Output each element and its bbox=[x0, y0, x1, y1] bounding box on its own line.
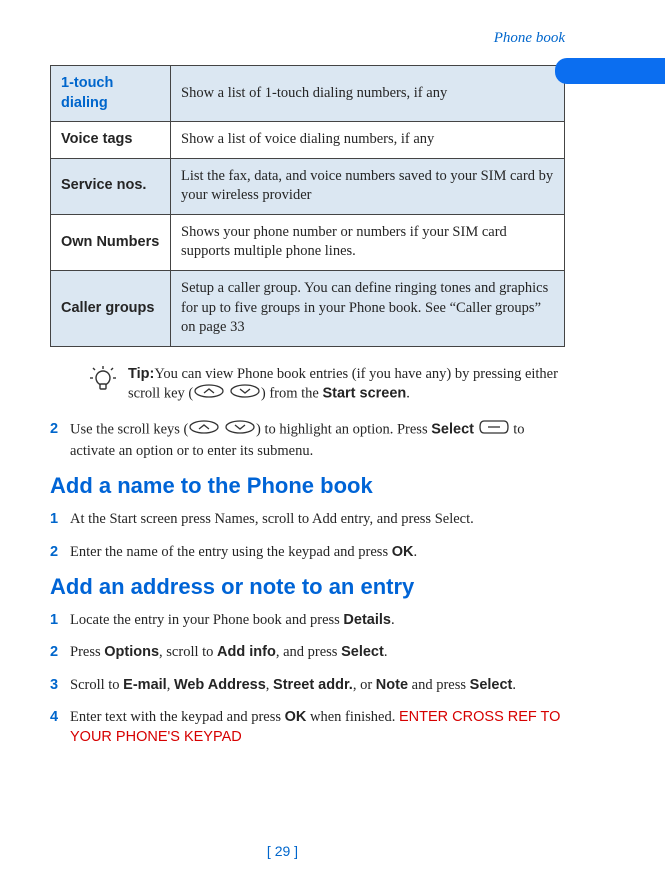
select-key-icon bbox=[479, 419, 509, 441]
instruction-step: 1 At the Start screen press Names, scrol… bbox=[50, 509, 565, 529]
note-label: Note bbox=[376, 677, 408, 693]
page-number: [ 29 ] bbox=[0, 843, 565, 859]
row-text: Show a list of 1-touch dialing numbers, … bbox=[171, 66, 565, 122]
instruction-step: 2 Enter the name of the entry using the … bbox=[50, 542, 565, 562]
table-row: 1-touch dialing Show a list of 1-touch d… bbox=[51, 66, 565, 122]
text: Scroll to bbox=[70, 677, 123, 693]
text: , or bbox=[353, 677, 376, 693]
step-body: Press Options, scroll to Add info, and p… bbox=[70, 642, 387, 662]
section-title-text: Phone book bbox=[494, 30, 565, 46]
street-addr-label: Street addr. bbox=[273, 677, 353, 693]
text: . bbox=[512, 677, 516, 693]
step-number: 3 bbox=[50, 675, 70, 695]
ok-label: OK bbox=[392, 544, 414, 560]
tip-block: Tip:You can view Phone book entries (if … bbox=[50, 365, 565, 405]
tip-text-after: . bbox=[406, 386, 410, 402]
tip-label: Tip: bbox=[128, 366, 154, 382]
email-label: E-mail bbox=[123, 677, 167, 693]
step-body: Enter the name of the entry using the ke… bbox=[70, 542, 417, 562]
instruction-step: 2 Press Options, scroll to Add info, and… bbox=[50, 642, 565, 662]
select-label: Select bbox=[431, 421, 474, 437]
select-label: Select bbox=[341, 644, 384, 660]
step-number: 1 bbox=[50, 509, 70, 529]
table-row: Caller groups Setup a caller group. You … bbox=[51, 270, 565, 346]
step-body: Locate the entry in your Phone book and … bbox=[70, 610, 395, 630]
step-number: 1 bbox=[50, 610, 70, 630]
step-body: Scroll to E-mail, Web Address, Street ad… bbox=[70, 675, 516, 695]
text: and press bbox=[408, 677, 470, 693]
text: Use the scroll keys ( bbox=[70, 421, 188, 437]
instruction-step: 4 Enter text with the keypad and press O… bbox=[50, 707, 565, 748]
instruction-step: 2 Use the scroll keys ( ) to highlight a… bbox=[50, 419, 565, 462]
row-label: Voice tags bbox=[51, 122, 171, 159]
scroll-up-key-icon bbox=[194, 384, 224, 405]
text: when finished. bbox=[306, 709, 399, 725]
web-address-label: Web Address bbox=[174, 677, 266, 693]
ok-label: OK bbox=[285, 709, 307, 725]
text: Enter the name of the entry using the ke… bbox=[70, 544, 392, 560]
heading-add-address: Add an address or note to an entry bbox=[50, 574, 565, 600]
options-label: Options bbox=[104, 644, 159, 660]
scroll-down-key-icon bbox=[230, 384, 260, 405]
text: , bbox=[167, 677, 174, 693]
table-row: Own Numbers Shows your phone number or n… bbox=[51, 214, 565, 270]
text: . bbox=[384, 644, 388, 660]
lightbulb-icon bbox=[90, 365, 116, 404]
thumb-tab-marker bbox=[555, 58, 665, 84]
step-number: 2 bbox=[50, 642, 70, 662]
text: Press bbox=[70, 644, 104, 660]
row-label: 1-touch dialing bbox=[51, 66, 171, 122]
text: ) to highlight an option. Press bbox=[256, 421, 431, 437]
row-text: Shows your phone number or numbers if yo… bbox=[171, 214, 565, 270]
select-label: Select bbox=[470, 677, 513, 693]
row-text: List the fax, data, and voice numbers sa… bbox=[171, 158, 565, 214]
step-body: Enter text with the keypad and press OK … bbox=[70, 707, 565, 748]
details-label: Details bbox=[343, 612, 391, 628]
step-number: 2 bbox=[50, 419, 70, 462]
tip-text-mid: ) from the bbox=[261, 386, 323, 402]
row-text: Setup a caller group. You can define rin… bbox=[171, 270, 565, 346]
row-text: Show a list of voice dialing numbers, if… bbox=[171, 122, 565, 159]
text: , and press bbox=[276, 644, 341, 660]
heading-add-name: Add a name to the Phone book bbox=[50, 473, 565, 499]
text: Enter text with the keypad and press bbox=[70, 709, 285, 725]
scroll-down-key-icon bbox=[225, 420, 255, 440]
table-row: Voice tags Show a list of voice dialing … bbox=[51, 122, 565, 159]
instruction-step: 3 Scroll to E-mail, Web Address, Street … bbox=[50, 675, 565, 695]
row-label: Service nos. bbox=[51, 158, 171, 214]
row-label: Own Numbers bbox=[51, 214, 171, 270]
text: . bbox=[413, 544, 417, 560]
row-label: Caller groups bbox=[51, 270, 171, 346]
start-screen-label: Start screen bbox=[322, 386, 406, 402]
step-number: 2 bbox=[50, 542, 70, 562]
text: , bbox=[266, 677, 273, 693]
instruction-step: 1 Locate the entry in your Phone book an… bbox=[50, 610, 565, 630]
scroll-up-key-icon bbox=[189, 420, 219, 440]
feature-table: 1-touch dialing Show a list of 1-touch d… bbox=[50, 65, 565, 347]
step-body: Use the scroll keys ( ) to highlight an … bbox=[70, 419, 565, 462]
text: , scroll to bbox=[159, 644, 217, 660]
add-info-label: Add info bbox=[217, 644, 276, 660]
table-row: Service nos. List the fax, data, and voi… bbox=[51, 158, 565, 214]
tip-text: Tip:You can view Phone book entries (if … bbox=[128, 365, 565, 405]
step-body: At the Start screen press Names, scroll … bbox=[70, 509, 474, 529]
text: . bbox=[391, 612, 395, 628]
text: Locate the entry in your Phone book and … bbox=[70, 612, 343, 628]
section-breadcrumb: Phone book bbox=[50, 30, 565, 47]
step-number: 4 bbox=[50, 707, 70, 748]
